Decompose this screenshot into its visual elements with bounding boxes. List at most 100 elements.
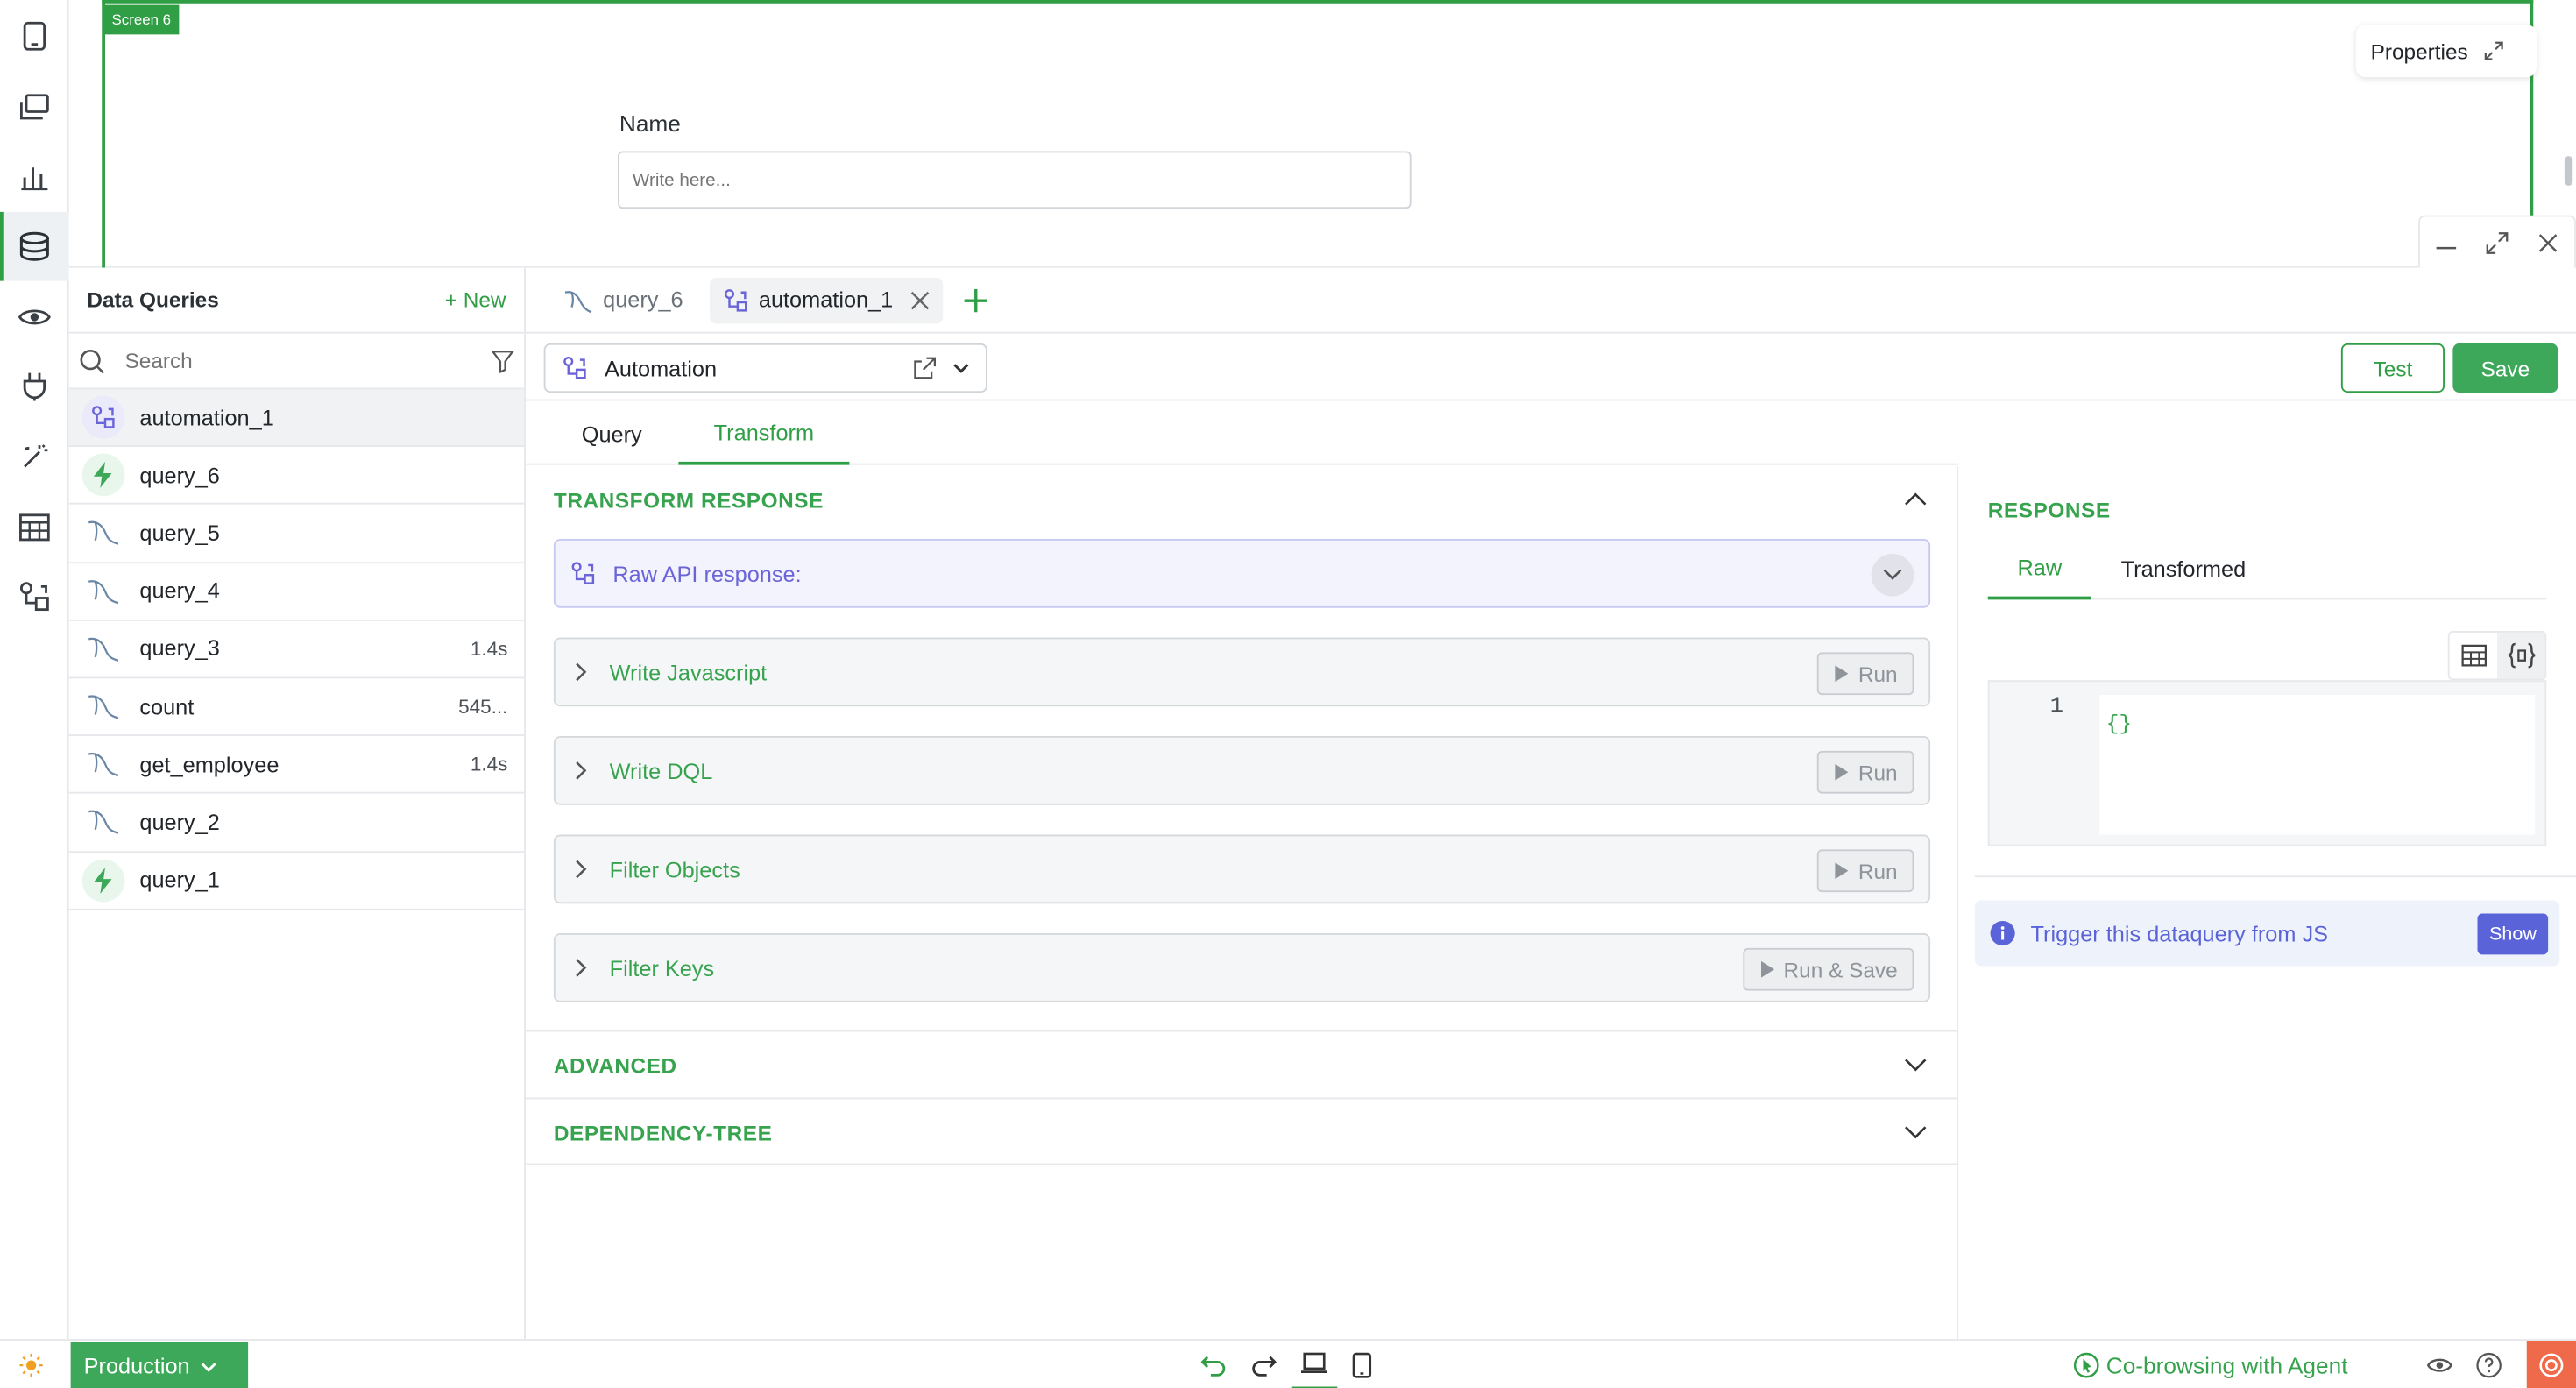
panel-window-controls (2418, 215, 2576, 268)
preview-eye-icon[interactable] (2424, 1341, 2457, 1388)
environment-dropdown[interactable]: Production (70, 1342, 249, 1388)
cobrowse-button[interactable]: Co-browsing with Agent (2073, 1341, 2348, 1388)
chevron-right-icon (576, 959, 587, 977)
query-editor: query_6 automation_1 Automation Test Sav… (526, 267, 2576, 1340)
query-name: query_3 (139, 636, 220, 662)
theme-sun-icon[interactable] (17, 1341, 46, 1388)
tab-query[interactable]: Query (582, 402, 651, 464)
name-field-label: Name (619, 110, 681, 137)
query-list: automation_1 query_6 query_5 query_4 query_3… (68, 389, 525, 910)
datasource-select[interactable]: Automation (543, 343, 987, 393)
query-list-item[interactable]: query_2 (68, 794, 525, 853)
tab-label: query_6 (603, 287, 683, 313)
help-icon[interactable] (2473, 1341, 2506, 1388)
advanced-section[interactable]: ADVANCED (526, 1030, 1958, 1098)
screen-tag[interactable]: Screen 6 (103, 4, 180, 35)
run-button[interactable]: Run (1817, 652, 1914, 696)
tab-transform[interactable]: Transform (678, 402, 850, 465)
query-list-item[interactable]: query_4 (68, 563, 525, 621)
expand-icon (2485, 41, 2504, 60)
step-label: Filter Objects (609, 856, 740, 882)
response-code-viewer[interactable]: 1 {} (1987, 680, 2547, 846)
tab-automation-1[interactable]: automation_1 (709, 276, 943, 323)
workflow-icon[interactable] (0, 562, 69, 631)
inspector-eye-icon[interactable] (0, 283, 69, 352)
query-name: automation_1 (139, 405, 274, 430)
plugin-icon[interactable] (0, 351, 69, 421)
chevron-down-icon (1905, 1126, 1927, 1139)
save-button[interactable]: Save (2452, 343, 2558, 393)
divider (1974, 875, 2576, 878)
bolt-icon (81, 454, 125, 497)
tab-transformed[interactable]: Transformed (2121, 539, 2247, 599)
undo-icon[interactable] (1198, 1341, 1231, 1388)
add-tab-icon[interactable] (962, 287, 988, 313)
cobrowse-label: Co-browsing with Agent (2105, 1352, 2348, 1379)
query-list-item[interactable]: automation_1 (68, 389, 525, 448)
run-label: Run (1858, 858, 1898, 883)
mobile-view-icon[interactable] (1339, 1341, 1385, 1388)
name-field-input[interactable] (618, 151, 1412, 209)
run-and-save-button[interactable]: Run & Save (1742, 947, 1914, 991)
table-icon[interactable] (0, 493, 69, 563)
query-toolbar: Automation Test Save (526, 336, 2576, 401)
query-list-item[interactable]: query_5 (68, 505, 525, 563)
step-write-dql[interactable]: Write DQL Run (553, 736, 1931, 805)
properties-button[interactable]: Properties (2355, 25, 2537, 78)
run-button[interactable]: Run (1817, 750, 1914, 794)
query-list-item[interactable]: count 545... (68, 678, 525, 737)
desktop-view-icon[interactable] (1291, 1341, 1338, 1388)
canvas-scrollbar[interactable] (2564, 156, 2573, 186)
run-button[interactable]: Run (1817, 849, 1914, 893)
pages-icon[interactable] (0, 2, 69, 71)
external-link-icon[interactable] (914, 357, 937, 379)
left-rail (0, 0, 69, 1340)
raw-expand-button[interactable] (1871, 553, 1914, 597)
test-button[interactable]: Test (2340, 343, 2445, 393)
support-avatar[interactable] (2526, 1341, 2576, 1388)
close-tab-icon[interactable] (909, 290, 930, 310)
trigger-from-js-banner: Trigger this dataquery from JS Show (1974, 900, 2560, 967)
query-meta: 1.4s (470, 753, 508, 776)
mysql-icon (82, 627, 125, 670)
lifebuoy-icon (2539, 1353, 2564, 1377)
query-list-item[interactable]: query_6 (68, 447, 525, 506)
run-label: Run (1858, 661, 1898, 686)
layers-icon[interactable] (0, 73, 69, 142)
raw-api-response-card[interactable]: Raw API response: (553, 539, 1931, 608)
chevron-up-icon[interactable] (1904, 492, 1927, 508)
show-button[interactable]: Show (2477, 913, 2549, 955)
editor-subtabs: Query Transform (526, 402, 1958, 465)
mysql-icon (564, 290, 592, 313)
minimize-icon[interactable] (2434, 230, 2457, 253)
dependency-tree-section[interactable]: DEPENDENCY-TREE (526, 1097, 1958, 1165)
query-search-input[interactable] (124, 348, 472, 373)
magic-wand-icon[interactable] (0, 422, 69, 492)
step-write-javascript[interactable]: Write Javascript Run (553, 637, 1931, 707)
query-list-item[interactable]: query_3 1.4s (68, 620, 525, 679)
table-view-icon[interactable] (2450, 633, 2497, 679)
json-view-icon[interactable] (2497, 632, 2545, 679)
query-list-item[interactable]: query_1 (68, 852, 525, 910)
query-name: get_employee (139, 752, 280, 777)
query-name: query_2 (139, 810, 220, 835)
step-filter-objects[interactable]: Filter Objects Run (553, 834, 1931, 904)
run-label: Run (1858, 760, 1898, 785)
database-icon[interactable] (0, 211, 69, 281)
mysql-icon (82, 801, 125, 844)
new-query-button[interactable]: + New (445, 287, 506, 312)
mysql-icon (82, 685, 125, 728)
filter-icon[interactable] (491, 349, 514, 372)
app-canvas: Screen 6 Name Properties (68, 0, 2576, 268)
mysql-icon (82, 570, 125, 613)
redo-icon[interactable] (1247, 1341, 1280, 1388)
app-root: Screen 6 Name Properties Data Queries + … (0, 0, 2576, 1388)
query-list-item[interactable]: get_employee 1.4s (68, 736, 525, 795)
tab-query-6[interactable]: query_6 (550, 277, 696, 323)
maximize-icon[interactable] (2486, 230, 2509, 253)
chevron-down-icon (200, 1362, 216, 1371)
tab-raw[interactable]: Raw (1987, 539, 2091, 600)
step-filter-keys[interactable]: Filter Keys Run & Save (553, 933, 1931, 1002)
chart-icon[interactable] (0, 143, 69, 212)
close-icon[interactable] (2537, 230, 2560, 253)
